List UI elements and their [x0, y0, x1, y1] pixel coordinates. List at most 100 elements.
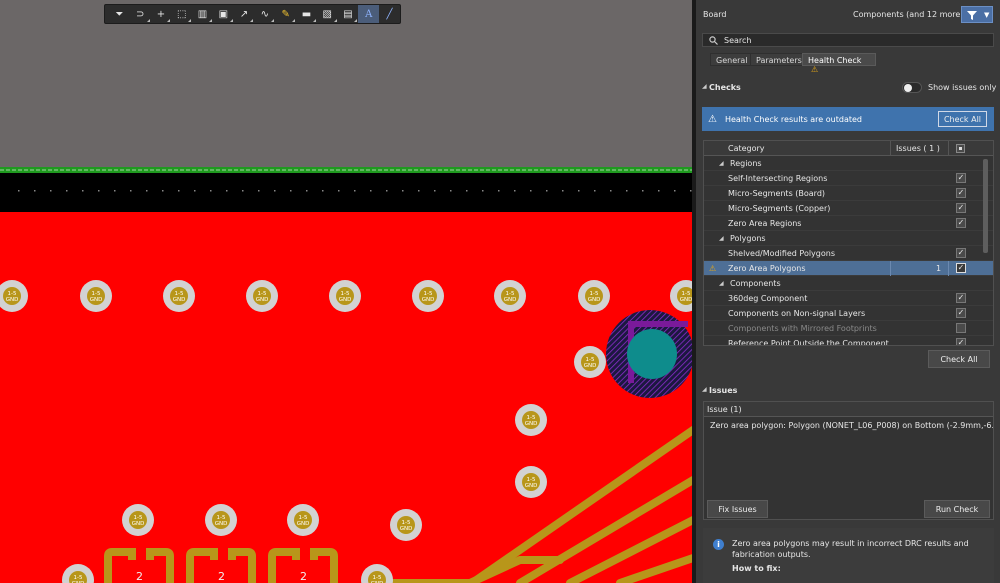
grid-row[interactable]: 360deg Component ✓ — [704, 291, 993, 306]
how-to-fix: How to fix: — [732, 564, 781, 573]
via-dot — [482, 190, 484, 192]
select-all-checkbox[interactable] — [956, 144, 965, 153]
check-enable-checkbox[interactable]: ✓ — [956, 218, 966, 228]
expand-group-icon[interactable]: ◢ — [719, 160, 724, 167]
probe-tool-button[interactable]: ✎ — [275, 5, 296, 23]
via-dot — [530, 190, 532, 192]
text-tool-button[interactable]: A — [358, 5, 380, 23]
issues-list-header: Issue (1) — [704, 402, 993, 417]
select-rect-tool-button[interactable]: ⬚ — [171, 5, 192, 23]
grid-scrollbar[interactable] — [983, 159, 988, 253]
pad-net-label: GND — [588, 297, 601, 303]
grid-row-label: 360deg Component — [728, 293, 808, 303]
show-issues-label: Show issues only — [928, 83, 997, 92]
check-all-button[interactable]: Check All — [928, 350, 990, 368]
rectangle-tool-button[interactable]: ▬ — [296, 5, 317, 23]
search-input[interactable]: Search — [702, 33, 994, 47]
collapse-checks-icon[interactable]: ◢ — [702, 83, 707, 90]
pad-net-label: GND — [422, 297, 435, 303]
report-tool-button[interactable]: ▤ — [338, 5, 359, 23]
expand-group-icon[interactable]: ◢ — [719, 280, 724, 287]
filter-button[interactable]: ▼ — [961, 6, 993, 23]
check-enable-checkbox[interactable]: ✓ — [956, 188, 966, 198]
add-tool-button[interactable]: + — [151, 5, 172, 23]
expand-group-icon[interactable]: ◢ — [719, 235, 724, 242]
check-all-button-top[interactable]: Check All — [938, 111, 987, 127]
via-dot — [418, 190, 420, 192]
check-enable-checkbox[interactable]: ✓ — [956, 293, 966, 303]
copper-pour — [0, 212, 693, 583]
pcb-board[interactable]: 2 2 21-5GND1-5GND1-5GND1-5GND1-5GND1-5GND1… — [0, 0, 693, 583]
via-dot — [274, 190, 276, 192]
grid-row-label: Components on Non-signal Layers — [728, 308, 866, 318]
tab-general[interactable]: General — [710, 53, 754, 66]
check-enable-checkbox[interactable]: ✓ — [956, 308, 966, 318]
check-enable-checkbox[interactable] — [956, 323, 966, 333]
via-dot — [50, 190, 52, 192]
via-dot — [82, 190, 84, 192]
tab-parameters[interactable]: Parameters — [750, 53, 808, 66]
check-enable-checkbox[interactable]: ✓ — [956, 263, 966, 273]
col-category[interactable]: Category — [728, 144, 765, 153]
footprint-number: 2 — [136, 570, 143, 583]
arc-tool-button[interactable]: ∿ — [254, 5, 275, 23]
grid-row[interactable]: ⚠ Zero Area Polygons 1 ✓ — [704, 261, 993, 276]
grid-group-row[interactable]: ◢ Regions — [704, 156, 993, 171]
component-icon: ▣ — [218, 8, 229, 20]
via-dot — [450, 190, 452, 192]
component-tool-button[interactable]: ▣ — [213, 5, 234, 23]
via-dot — [210, 190, 212, 192]
info-box: i Zero area polygons may result in incor… — [703, 528, 994, 583]
checks-grid: Category Issues ( 1 ) ◢ Regions Self-Inter… — [703, 140, 994, 346]
run-check-button[interactable]: Run Check — [924, 500, 990, 518]
issue-text: Zero area polygon: Polygon (NONET_L06_P0… — [710, 420, 993, 430]
polygon-edge — [628, 321, 688, 327]
grid-group-row[interactable]: ◢ Components — [704, 276, 993, 291]
col-issues[interactable]: Issues ( 1 ) — [896, 144, 940, 153]
grid-row[interactable]: Micro-Segments (Copper) ✓ — [704, 201, 993, 216]
grid-row[interactable]: Zero Area Regions ✓ — [704, 216, 993, 231]
add-icon: + — [156, 8, 166, 20]
tab-health-check[interactable]: Health Check ⚠ — [802, 53, 876, 74]
grid-row[interactable]: Shelved/Modified Polygons ✓ — [704, 246, 993, 261]
check-enable-checkbox[interactable]: ✓ — [956, 338, 966, 345]
via-dot — [354, 190, 356, 192]
info-icon: i — [713, 539, 724, 550]
pad-net-label: GND — [400, 526, 413, 532]
info-text-2: fabrication outputs. — [732, 550, 811, 559]
fix-issues-button[interactable]: Fix Issues — [707, 500, 768, 518]
via-dot — [146, 190, 148, 192]
grid-group-row[interactable]: ◢ Polygons — [704, 231, 993, 246]
issues-col[interactable]: Issue (1) — [707, 405, 742, 414]
grid-row[interactable]: Reference Point Outside the Component...… — [704, 336, 993, 345]
grid-row[interactable]: Self-Intersecting Regions ✓ — [704, 171, 993, 186]
background-area — [0, 0, 693, 168]
filter-tool-button[interactable]: ⏷ — [109, 5, 130, 23]
tab-health-check-label: Health Check — [808, 56, 862, 65]
chart-tool-button[interactable]: ▥ — [192, 5, 213, 23]
warning-icon: ⚠ — [709, 263, 717, 273]
grid-row-label: Components with Mirrored Footprints — [728, 323, 877, 333]
pad-net-label: GND — [680, 297, 693, 303]
fill-tool-button[interactable]: ▧ — [317, 5, 338, 23]
pcb-canvas[interactable]: 2 2 2 1-5 GND 1-5 GND 1-5 GND 1-5 GND 1-5 GND 1-5 GND 1… — [0, 0, 693, 583]
pad-net-label: GND — [173, 297, 186, 303]
pad-net-label: GND — [584, 363, 597, 369]
line-tool-button[interactable]: ╱ — [379, 5, 400, 23]
via-dot — [258, 190, 260, 192]
grid-row[interactable]: Components on Non-signal Layers ✓ — [704, 306, 993, 321]
footprint-number: 2 — [300, 570, 307, 583]
route-tool-button[interactable]: ⊃ — [130, 5, 151, 23]
chart-icon: ▥ — [197, 8, 208, 20]
check-enable-checkbox[interactable]: ✓ — [956, 173, 966, 183]
check-enable-checkbox[interactable]: ✓ — [956, 203, 966, 213]
grid-row[interactable]: Micro-Segments (Board) ✓ — [704, 186, 993, 201]
collapse-issues-icon[interactable]: ◢ — [702, 386, 707, 393]
interactive-route-tool-button[interactable]: ↗ — [234, 5, 255, 23]
fill-icon: ▧ — [322, 8, 332, 20]
issue-count: 1 — [936, 263, 942, 273]
grid-row[interactable]: Components with Mirrored Footprints — [704, 321, 993, 336]
show-issues-toggle[interactable] — [902, 82, 922, 93]
issue-row[interactable]: Zero area polygon: Polygon (NONET_L06_P0… — [704, 417, 993, 433]
check-enable-checkbox[interactable]: ✓ — [956, 248, 966, 258]
